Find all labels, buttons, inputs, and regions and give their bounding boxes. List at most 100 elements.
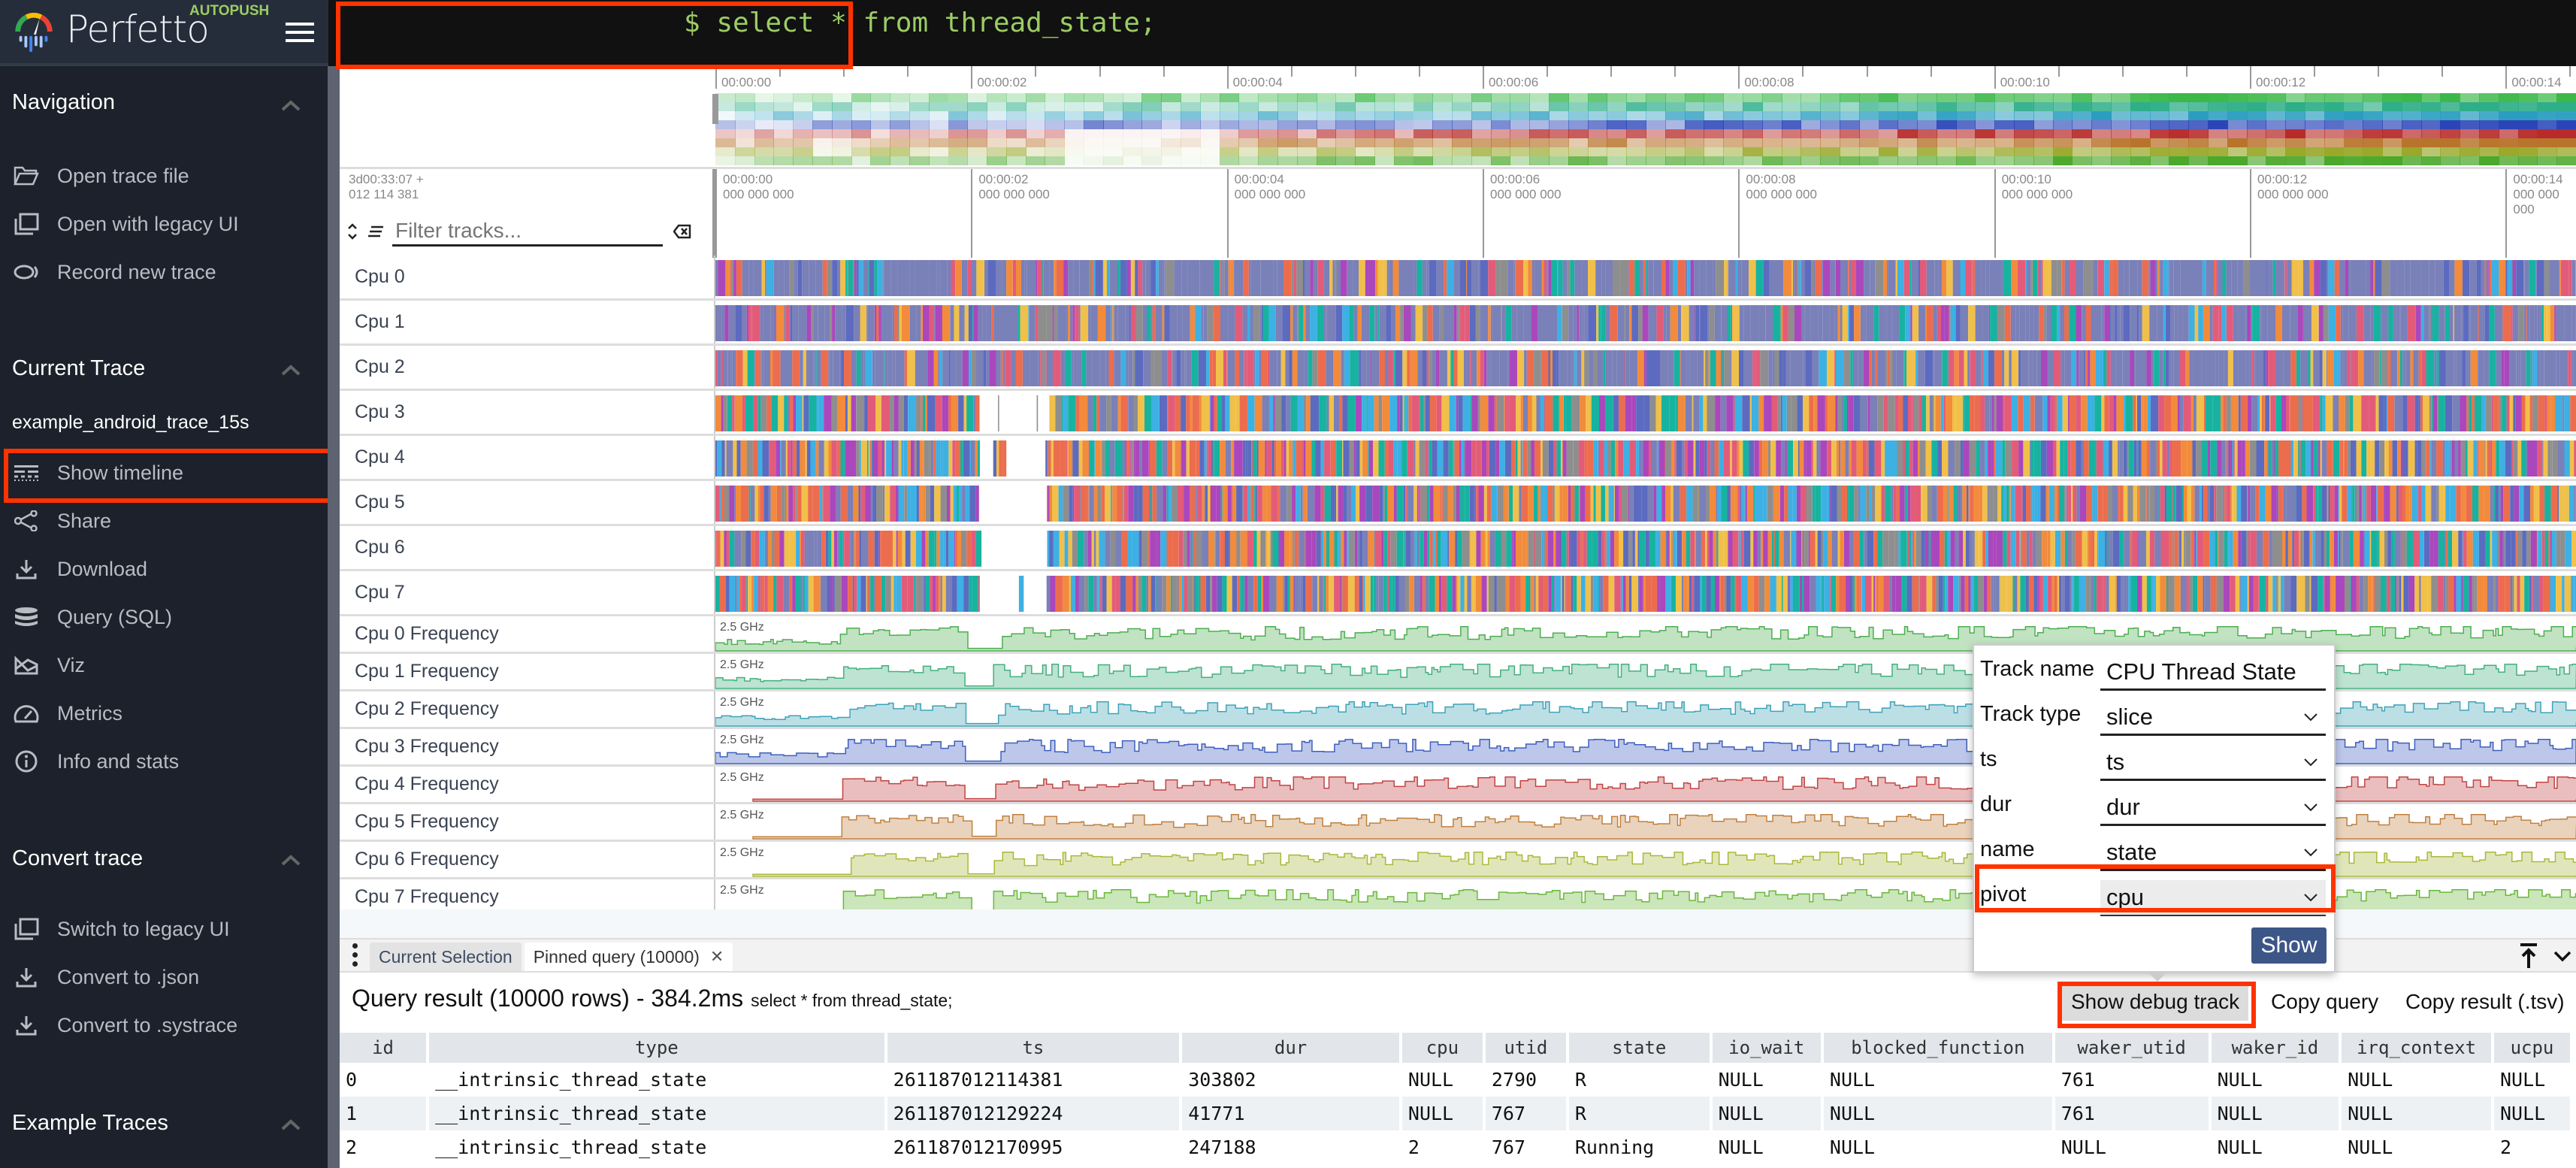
cpu-slice[interactable] <box>955 440 960 477</box>
cpu-slice[interactable] <box>2259 486 2266 522</box>
cpu-slice[interactable] <box>1333 350 1341 386</box>
cpu-slice[interactable] <box>1469 305 1476 341</box>
cpu-slice[interactable] <box>2312 531 2315 567</box>
cpu-slice[interactable] <box>2124 395 2126 431</box>
cpu-slice[interactable] <box>2089 531 2091 567</box>
cpu-slice[interactable] <box>1236 531 1241 567</box>
cpu-slice[interactable] <box>2393 305 2396 341</box>
cpu-slice[interactable] <box>2327 486 2329 522</box>
cpu-slice[interactable] <box>1835 395 1838 431</box>
cpu-slice[interactable] <box>825 531 829 567</box>
cpu-slice[interactable] <box>1108 350 1114 386</box>
cpu-slice[interactable] <box>1586 531 1592 567</box>
cpu-slice[interactable] <box>2456 576 2462 612</box>
cpu-slice[interactable] <box>1788 305 1794 341</box>
cpu-slice[interactable] <box>2311 576 2318 612</box>
cpu-slice[interactable] <box>1462 395 1471 431</box>
cpu-slice[interactable] <box>1348 531 1355 567</box>
cpu-slice[interactable] <box>1138 260 1143 296</box>
cpu-slice[interactable] <box>1571 486 1575 522</box>
cpu-slice[interactable] <box>2352 350 2359 386</box>
cpu-slice[interactable] <box>884 486 890 522</box>
cpu-slice[interactable] <box>2564 576 2567 612</box>
cpu-slice[interactable] <box>2247 486 2248 522</box>
cpu-slice[interactable] <box>1495 531 1501 567</box>
cpu-slice[interactable] <box>1988 440 1992 477</box>
cpu-slice[interactable] <box>890 486 896 522</box>
cpu-slice[interactable] <box>1543 576 1549 612</box>
cpu-slice[interactable] <box>1810 305 1819 341</box>
cpu-slice[interactable] <box>1625 395 1632 431</box>
cpu-slice[interactable] <box>1961 576 1965 612</box>
cpu-slice[interactable] <box>1756 305 1759 341</box>
cpu-slice[interactable] <box>1209 350 1213 386</box>
cpu-slice[interactable] <box>1505 350 1508 386</box>
cpu-slice[interactable] <box>1598 576 1600 612</box>
cpu-slice[interactable] <box>902 531 905 567</box>
cpu-slice[interactable] <box>907 486 911 522</box>
cpu-slice[interactable] <box>907 350 915 386</box>
cpu-slice[interactable] <box>1622 576 1626 612</box>
cpu-slice[interactable] <box>1606 531 1610 567</box>
cpu-slice[interactable] <box>1571 576 1574 612</box>
cpu-slice[interactable] <box>1715 576 1720 612</box>
cpu-slice[interactable] <box>2290 350 2296 386</box>
cpu-slice[interactable] <box>2309 531 2313 567</box>
cpu-slice[interactable] <box>1815 486 1822 522</box>
cpu-slice[interactable] <box>1416 531 1418 567</box>
cpu-slice[interactable] <box>1002 260 1007 296</box>
cpu-slice[interactable] <box>1499 440 1505 477</box>
cpu-slice[interactable] <box>929 305 935 341</box>
cpu-slice[interactable] <box>2275 260 2284 296</box>
cpu-slice[interactable] <box>1912 350 1916 386</box>
cpu-slice[interactable] <box>1775 531 1779 567</box>
cpu-slice[interactable] <box>2115 576 2117 612</box>
cpu-slice[interactable] <box>2057 305 2060 341</box>
cpu-slice[interactable] <box>1994 395 1997 431</box>
cpu-slice[interactable] <box>2119 440 2124 477</box>
cpu-slice[interactable] <box>2157 305 2163 341</box>
cpu-slice[interactable] <box>1727 486 1731 522</box>
cpu-slice[interactable] <box>2423 531 2430 567</box>
cpu-slice[interactable] <box>769 440 776 477</box>
cpu-slice[interactable] <box>1570 531 1577 567</box>
cpu-slice[interactable] <box>1816 576 1821 612</box>
cpu-slice[interactable] <box>2085 576 2091 612</box>
cpu-slice[interactable] <box>1054 305 1058 341</box>
cpu-slice[interactable] <box>2414 576 2420 612</box>
cpu-slice[interactable] <box>2037 440 2041 477</box>
cpu-slice[interactable] <box>1036 260 1038 296</box>
cpu-slice[interactable] <box>973 305 978 341</box>
cpu-slice[interactable] <box>2318 440 2321 477</box>
cpu-slice[interactable] <box>1953 576 1959 612</box>
cpu-slice[interactable] <box>2456 486 2457 522</box>
cpu-slice[interactable] <box>1240 531 1247 567</box>
cpu-slice[interactable] <box>963 440 970 477</box>
cpu-slice[interactable] <box>1912 305 1919 341</box>
cpu-slice[interactable] <box>1605 395 1613 431</box>
cpu-slice[interactable] <box>1837 395 1842 431</box>
cpu-slice[interactable] <box>903 440 908 477</box>
cpu-slice[interactable] <box>2370 305 2374 341</box>
cpu-slice[interactable] <box>715 260 718 296</box>
cpu-slice[interactable] <box>1477 350 1480 386</box>
cpu-slice[interactable] <box>1706 260 1713 296</box>
cpu-slice[interactable] <box>2259 576 2266 612</box>
cpu-slice[interactable] <box>2341 440 2344 477</box>
cpu-slice[interactable] <box>2067 440 2071 477</box>
cpu-slice[interactable] <box>1692 486 1698 522</box>
cpu-slice[interactable] <box>726 531 730 567</box>
cpu-slice[interactable] <box>2050 531 2055 567</box>
cpu-slice[interactable] <box>1688 440 1694 477</box>
cpu-slice[interactable] <box>1648 305 1657 341</box>
cpu-slice[interactable] <box>2284 576 2291 612</box>
cpu-slice[interactable] <box>2469 260 2477 296</box>
cpu-slice[interactable] <box>1890 350 1893 386</box>
cpu-slice[interactable] <box>1681 576 1684 612</box>
cpu-slice[interactable] <box>1286 440 1290 477</box>
cpu-slice[interactable] <box>732 350 736 386</box>
cpu-slice[interactable] <box>860 350 864 386</box>
cpu-slice[interactable] <box>2123 440 2127 477</box>
cpu-slice[interactable] <box>2060 440 2064 477</box>
cpu-slice[interactable] <box>2210 576 2217 612</box>
